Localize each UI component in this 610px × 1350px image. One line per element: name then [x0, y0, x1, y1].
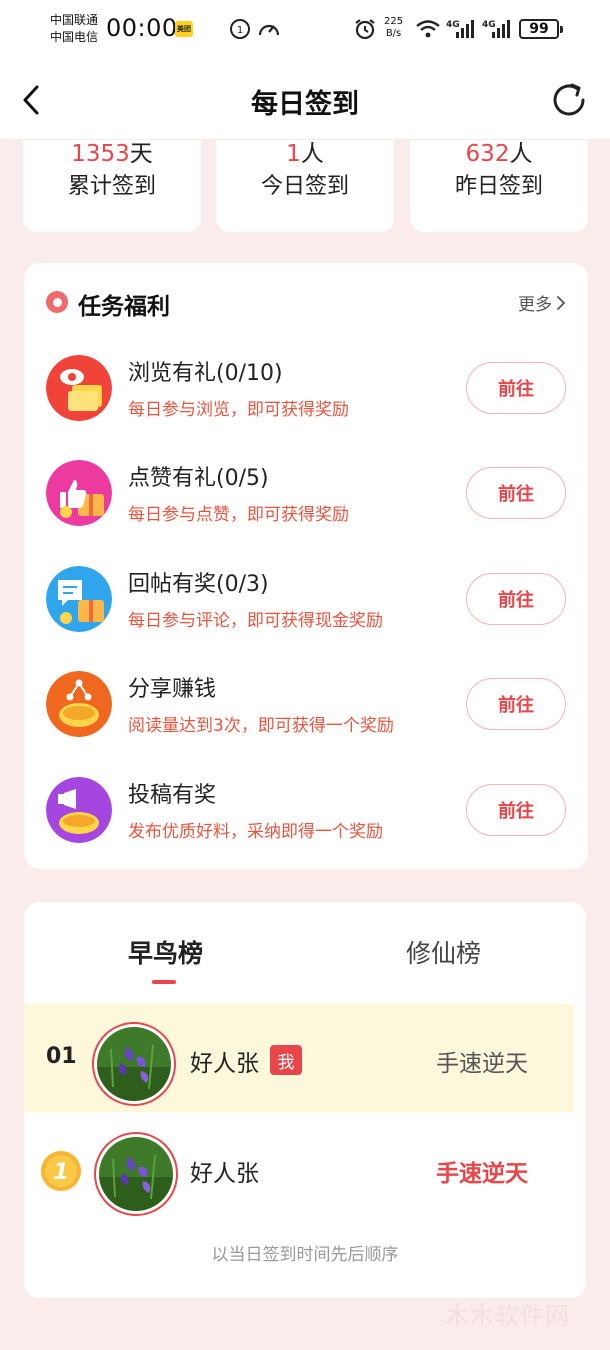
alarm-icon	[352, 16, 378, 42]
active-tab-indicator	[152, 980, 176, 984]
task-item-browse: 浏览有礼(0/10) 每日参与浏览，即可获得奖励 前往	[24, 355, 588, 447]
task-desc: 阅读量达到3次，即可获得一个奖励	[128, 716, 394, 736]
task-desc: 每日参与评论，即可获得现金奖励	[128, 611, 383, 631]
stat-yesterday: 632人 昨日签到	[410, 140, 588, 232]
task-name: 分享赚钱	[128, 677, 217, 702]
rank-number: 01	[46, 1044, 77, 1069]
task-item-reply: 回帖有奖(0/3) 每日参与评论，即可获得现金奖励 前往	[24, 566, 588, 658]
task-desc: 每日参与浏览，即可获得奖励	[128, 400, 349, 420]
stat-total-label: 累计签到	[67, 174, 156, 199]
avatar	[94, 1132, 178, 1216]
carrier-1: 中国联通	[50, 13, 99, 27]
go-button-submit[interactable]: 前往	[466, 784, 566, 836]
task-name: 点赞有礼(0/5)	[128, 466, 269, 491]
submit-reward-icon	[46, 777, 112, 843]
user-name: 好人张	[190, 1161, 259, 1187]
task-desc: 发布优质好料，采纳即得一个奖励	[128, 822, 383, 842]
share-money-icon	[46, 671, 112, 737]
task-name: 回帖有奖(0/3)	[128, 572, 269, 597]
me-badge: 我	[270, 1045, 302, 1075]
more-link[interactable]: 更多	[518, 290, 566, 315]
stat-yesterday-unit: 人	[509, 141, 533, 167]
network-1-label: 4G	[446, 20, 460, 30]
browse-gift-icon	[46, 355, 112, 421]
svg-text:1: 1	[237, 25, 243, 36]
task-section-title: 任务福利	[78, 294, 170, 320]
signal-1-icon: 4G	[446, 16, 478, 42]
stat-today-value: 1	[286, 141, 301, 167]
task-name: 浏览有礼(0/10)	[128, 361, 283, 386]
flower-photo	[99, 1137, 173, 1211]
net-speed-unit: B/s	[385, 28, 402, 39]
my-rank-row[interactable]: 01 好人张 我 手速逆天	[24, 1004, 574, 1112]
medal-number: 1	[53, 1160, 68, 1185]
refresh-icon	[553, 83, 585, 116]
flower-photo	[97, 1027, 171, 1101]
speed-meter-icon	[256, 16, 282, 42]
stat-total-unit: 天	[129, 141, 153, 167]
avatar	[92, 1022, 176, 1106]
signal-2-icon: 4G	[482, 16, 514, 42]
task-item-share: 分享赚钱 阅读量达到3次，即可获得一个奖励 前往	[24, 671, 588, 763]
sign-stats: 1353天 累计签到 1人 今日签到 632人 昨日签到	[0, 140, 610, 232]
go-button-share[interactable]: 前往	[466, 678, 566, 730]
task-desc: 每日参与点赞，即可获得奖励	[128, 505, 349, 525]
tab-night-owl[interactable]: 修仙榜	[406, 934, 481, 970]
status-time: 00:00	[106, 14, 178, 42]
data-saver-icon: 1	[228, 16, 252, 42]
refresh-button[interactable]	[548, 78, 590, 122]
meituan-app-icon: 美团	[175, 21, 193, 37]
stat-today-label: 今日签到	[260, 174, 349, 199]
stat-today-unit: 人	[300, 141, 324, 167]
stat-total-value: 1353	[71, 141, 130, 167]
page-title: 每日签到	[251, 89, 359, 120]
reply-gift-icon	[46, 566, 112, 632]
like-gift-icon	[46, 460, 112, 526]
gold-medal-icon: 1	[40, 1150, 82, 1192]
task-benefits-card: 任务福利 更多 浏览有礼(0/10) 每日参与浏览，即可获得奖励 前往 点赞有礼…	[24, 263, 588, 869]
chevron-right-icon	[557, 295, 566, 310]
task-name: 投稿有奖	[128, 783, 217, 808]
stat-yesterday-label: 昨日签到	[454, 174, 543, 199]
more-label: 更多	[518, 295, 552, 315]
task-item-submit: 投稿有奖 发布优质好料，采纳即得一个奖励 前往	[24, 777, 588, 869]
stat-total: 1353天 累计签到	[23, 140, 201, 232]
tab-early-bird[interactable]: 早鸟榜	[128, 934, 203, 970]
battery-indicator: 99	[519, 19, 563, 39]
stat-today: 1人 今日签到	[216, 140, 394, 232]
network-speed: 225 B/s	[384, 16, 403, 40]
watermark: 木木软件网	[445, 1302, 570, 1330]
go-button-reply[interactable]: 前往	[466, 573, 566, 625]
net-speed-value: 225	[384, 16, 404, 27]
network-2-label: 4G	[482, 20, 496, 30]
ranking-card: 早鸟榜 修仙榜 01 好人张 我 手速逆天 1 好人张 手速逆天 以当日签到时间…	[24, 902, 586, 1298]
carrier-2: 中国电信	[50, 30, 99, 44]
nav-bar: 每日签到	[0, 62, 610, 140]
status-bar: 中国联通 中国电信 00:00 美团 1 225 B/s 4G 4G 99	[0, 0, 610, 62]
rank-tag: 手速逆天	[436, 1161, 528, 1187]
go-button-browse[interactable]: 前往	[466, 362, 566, 414]
wifi-icon	[414, 16, 442, 42]
stat-yesterday-value: 632	[465, 141, 510, 167]
rank-tag: 手速逆天	[436, 1051, 528, 1077]
ranking-footer-note: 以当日签到时间先后顺序	[211, 1245, 399, 1265]
user-name: 好人张	[190, 1051, 259, 1077]
go-button-like[interactable]: 前往	[466, 467, 566, 519]
rank-row-first[interactable]: 1 好人张 手速逆天	[24, 1114, 574, 1222]
section-dot-icon	[46, 291, 68, 313]
task-item-like: 点赞有礼(0/5) 每日参与点赞，即可获得奖励 前往	[24, 460, 588, 552]
carrier-info: 中国联通 中国电信	[50, 12, 98, 46]
